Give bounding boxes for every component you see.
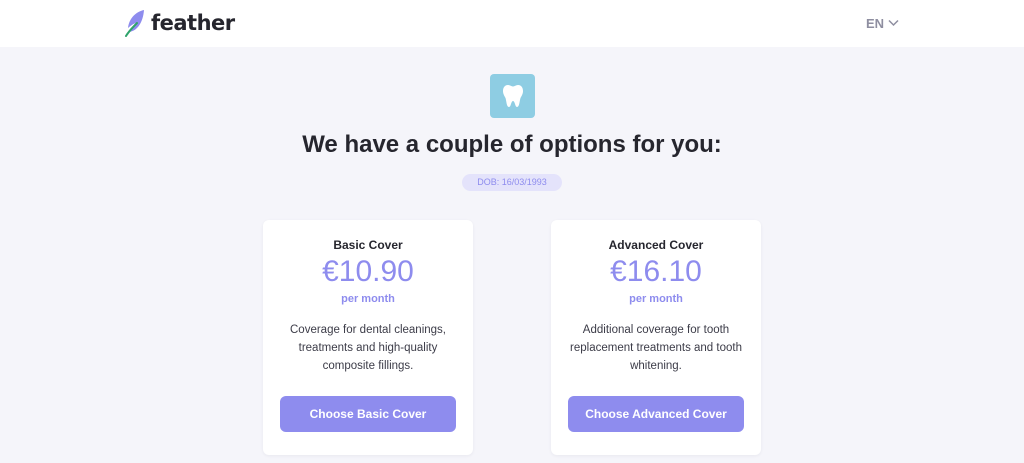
chevron-down-icon [888, 19, 899, 27]
plan-title: Basic Cover [333, 238, 403, 252]
feather-icon [125, 10, 144, 37]
tooth-icon [502, 85, 523, 107]
tooth-badge [490, 74, 535, 118]
plan-price: €16.10 [610, 255, 702, 288]
plan-description: Coverage for dental cleanings, treatment… [290, 324, 446, 372]
feather-logo[interactable]: feather [124, 9, 235, 37]
logo-text: feather [151, 11, 235, 35]
plan-card-basic: Basic Cover €10.90 per month Coverage fo… [263, 220, 473, 455]
top-navigation-bar: feather EN [0, 0, 1024, 47]
plan-period: per month [341, 293, 395, 305]
page-headline: We have a couple of options for you: [302, 131, 722, 158]
plan-period: per month [629, 293, 683, 305]
language-selector[interactable]: EN [866, 14, 899, 32]
plan-title: Advanced Cover [608, 238, 704, 252]
choose-advanced-cover-button[interactable]: Choose Advanced Cover [568, 396, 744, 432]
language-label: EN [866, 15, 885, 31]
choose-basic-cover-button[interactable]: Choose Basic Cover [280, 396, 456, 432]
dob-badge: DOB: 16/03/1993 [462, 174, 562, 191]
plan-description: Additional coverage for tooth replacemen… [570, 324, 742, 372]
plan-card-advanced: Advanced Cover €16.10 per month Addition… [551, 220, 761, 455]
plan-price: €10.90 [322, 255, 414, 288]
